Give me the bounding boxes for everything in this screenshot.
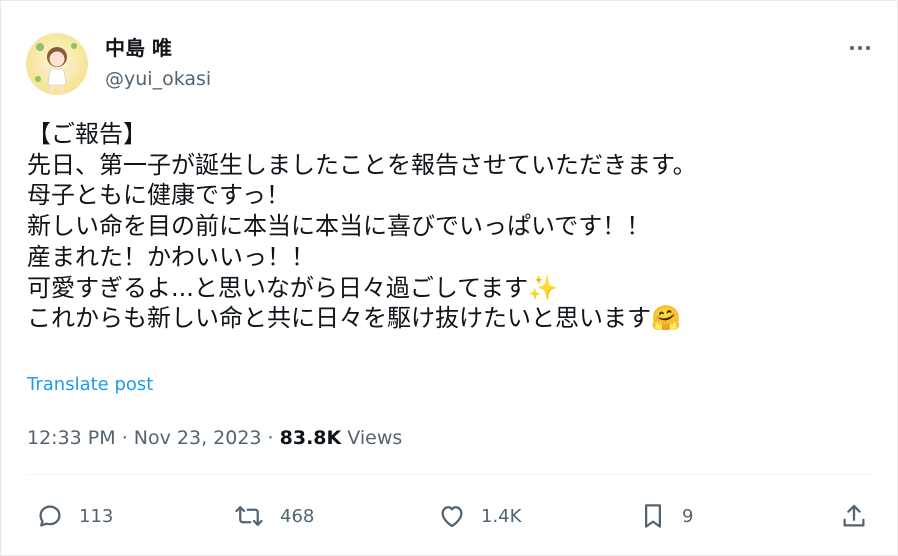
post-line: 【ご報告】 (27, 120, 147, 148)
repost-icon (232, 501, 266, 531)
divider (27, 474, 871, 475)
more-icon[interactable] (845, 36, 875, 60)
translate-post-link[interactable]: Translate post (27, 373, 153, 397)
like-button[interactable]: 1.4K (437, 501, 521, 531)
bookmark-count: 9 (682, 505, 694, 527)
post-line: 母子ともに健康ですっ！ (27, 181, 291, 210)
avatar[interactable] (26, 33, 88, 95)
post-date[interactable]: Nov 23, 2023 (134, 427, 262, 449)
reply-button[interactable]: 113 (35, 501, 113, 531)
views-count[interactable]: 83.8K (280, 427, 342, 449)
share-icon (839, 501, 869, 531)
post-line: 先日、第一子が誕生しましたことを報告させていただきます。 (27, 150, 697, 179)
like-count: 1.4K (481, 505, 522, 527)
share-button[interactable] (839, 501, 869, 531)
bookmark-icon (638, 501, 668, 531)
user-handle[interactable]: @yui_okasi (105, 67, 211, 91)
views-label[interactable]: Views (341, 427, 402, 449)
post-meta: 12:33 PM · Nov 23, 2023 · 83.8K Views (27, 425, 402, 451)
post-card: 中島 唯 @yui_okasi 【ご報告】 先日、第一子が誕生しましたことを報告… (0, 0, 898, 556)
like-icon (437, 501, 467, 531)
post-line: 可愛すぎるよ...と思いながら日々過ごしてます✨ (27, 273, 558, 302)
meta-separator: · (261, 427, 280, 449)
post-line: 新しい命を目の前に本当に本当に喜びでいっぱいです！！ (27, 212, 651, 241)
repost-count: 468 (280, 505, 315, 527)
bookmark-button[interactable]: 9 (638, 501, 693, 531)
post-line: 産まれた！かわいいっ！！ (27, 242, 315, 271)
repost-button[interactable]: 468 (232, 501, 314, 531)
post-text: 【ご報告】 先日、第一子が誕生しましたことを報告させていただきます。 母子ともに… (27, 119, 867, 334)
reply-icon (35, 501, 65, 531)
display-name[interactable]: 中島 唯 (105, 35, 172, 61)
reply-count: 113 (79, 505, 114, 527)
meta-separator: · (115, 427, 134, 449)
post-time[interactable]: 12:33 PM (27, 427, 116, 449)
post-line: これからも新しい命と共に日々を駆け抜けたいと思います🤗 (27, 304, 681, 333)
